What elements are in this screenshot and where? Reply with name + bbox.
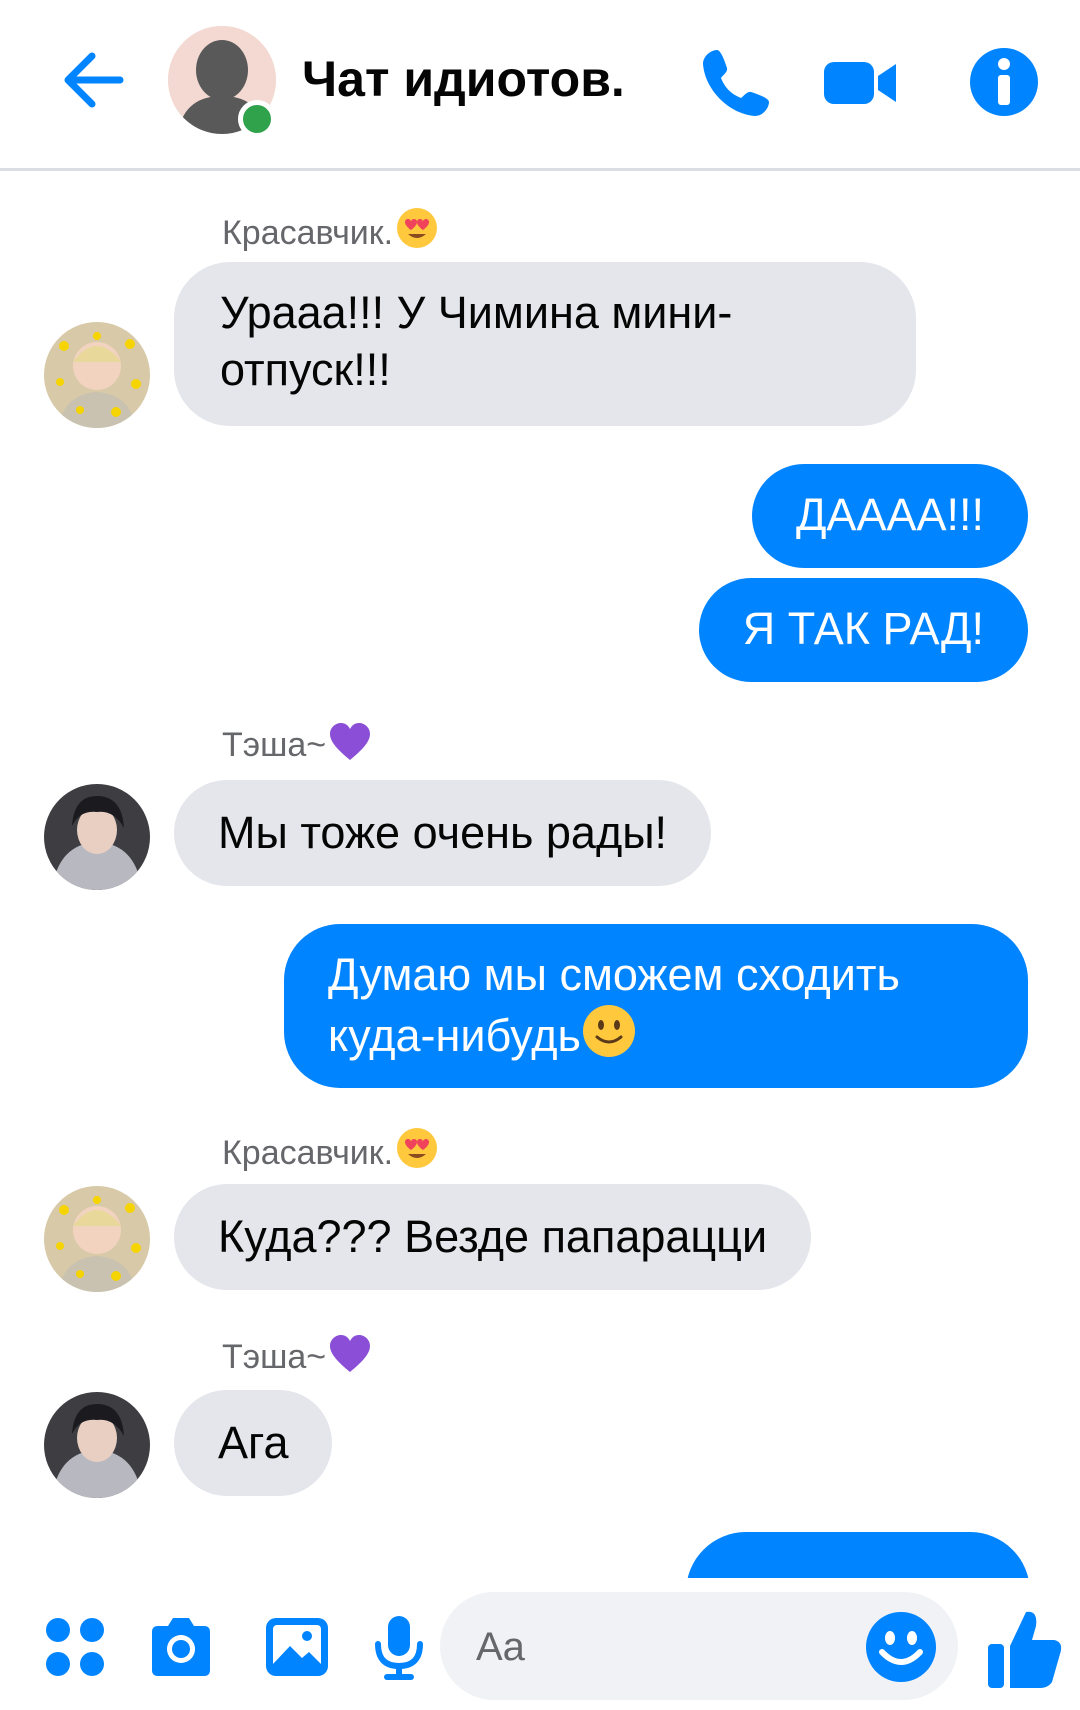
purple-heart-emoji-icon bbox=[330, 1335, 371, 1372]
message-bubble-outgoing[interactable]: Думаю мы сможем сходить куда-нибудь bbox=[284, 924, 1028, 1088]
message-bubble-outgoing[interactable]: ДАААА!!! bbox=[751, 464, 1028, 568]
thumbs-up-icon[interactable] bbox=[986, 1606, 1064, 1690]
camera-icon[interactable] bbox=[146, 1612, 216, 1682]
info-icon[interactable] bbox=[964, 42, 1044, 122]
gallery-icon[interactable] bbox=[262, 1612, 332, 1682]
purple-heart-emoji-icon bbox=[330, 723, 371, 760]
heart-eyes-emoji-icon bbox=[397, 1128, 438, 1168]
chat-title[interactable]: Чат идиотов. bbox=[302, 50, 625, 108]
back-arrow-icon[interactable] bbox=[56, 42, 132, 118]
avatar-tesha[interactable] bbox=[44, 784, 150, 890]
heart-eyes-emoji-icon bbox=[397, 208, 438, 248]
phone-icon[interactable] bbox=[695, 42, 775, 122]
smiling-face-emoji-icon bbox=[582, 1005, 635, 1057]
sender-name: Красавчик. bbox=[222, 206, 439, 253]
online-status-dot bbox=[238, 100, 276, 138]
user-photo bbox=[44, 322, 150, 428]
apps-grid-icon[interactable] bbox=[40, 1612, 110, 1682]
video-camera-icon[interactable] bbox=[820, 42, 900, 122]
message-bubble-incoming[interactable]: Ага bbox=[174, 1390, 333, 1496]
message-input[interactable] bbox=[474, 1620, 858, 1674]
user-photo bbox=[44, 784, 150, 890]
microphone-icon[interactable] bbox=[364, 1612, 434, 1682]
sender-name: Тэша~ bbox=[222, 722, 372, 765]
avatar-krasavchik[interactable] bbox=[44, 322, 150, 428]
avatar-tesha[interactable] bbox=[44, 1392, 150, 1498]
user-photo bbox=[44, 1186, 150, 1292]
sender-name: Тэша~ bbox=[222, 1334, 372, 1377]
sender-name: Красавчик. bbox=[222, 1126, 439, 1173]
message-bubble-outgoing[interactable]: Я ТАК РАД! bbox=[698, 578, 1028, 682]
avatar-krasavchik[interactable] bbox=[44, 1186, 150, 1292]
emoji-icon[interactable] bbox=[864, 1610, 938, 1684]
message-bubble-incoming[interactable]: Урааа!!! У Чимина мини- отпуск!!! bbox=[174, 262, 916, 426]
user-photo bbox=[44, 1392, 150, 1498]
chat-header: Чат идиотов. bbox=[0, 0, 1080, 171]
message-bubble-incoming[interactable]: Куда??? Везде папарацци bbox=[174, 1184, 812, 1290]
message-bubble-incoming[interactable]: Мы тоже очень рады! bbox=[174, 780, 712, 886]
